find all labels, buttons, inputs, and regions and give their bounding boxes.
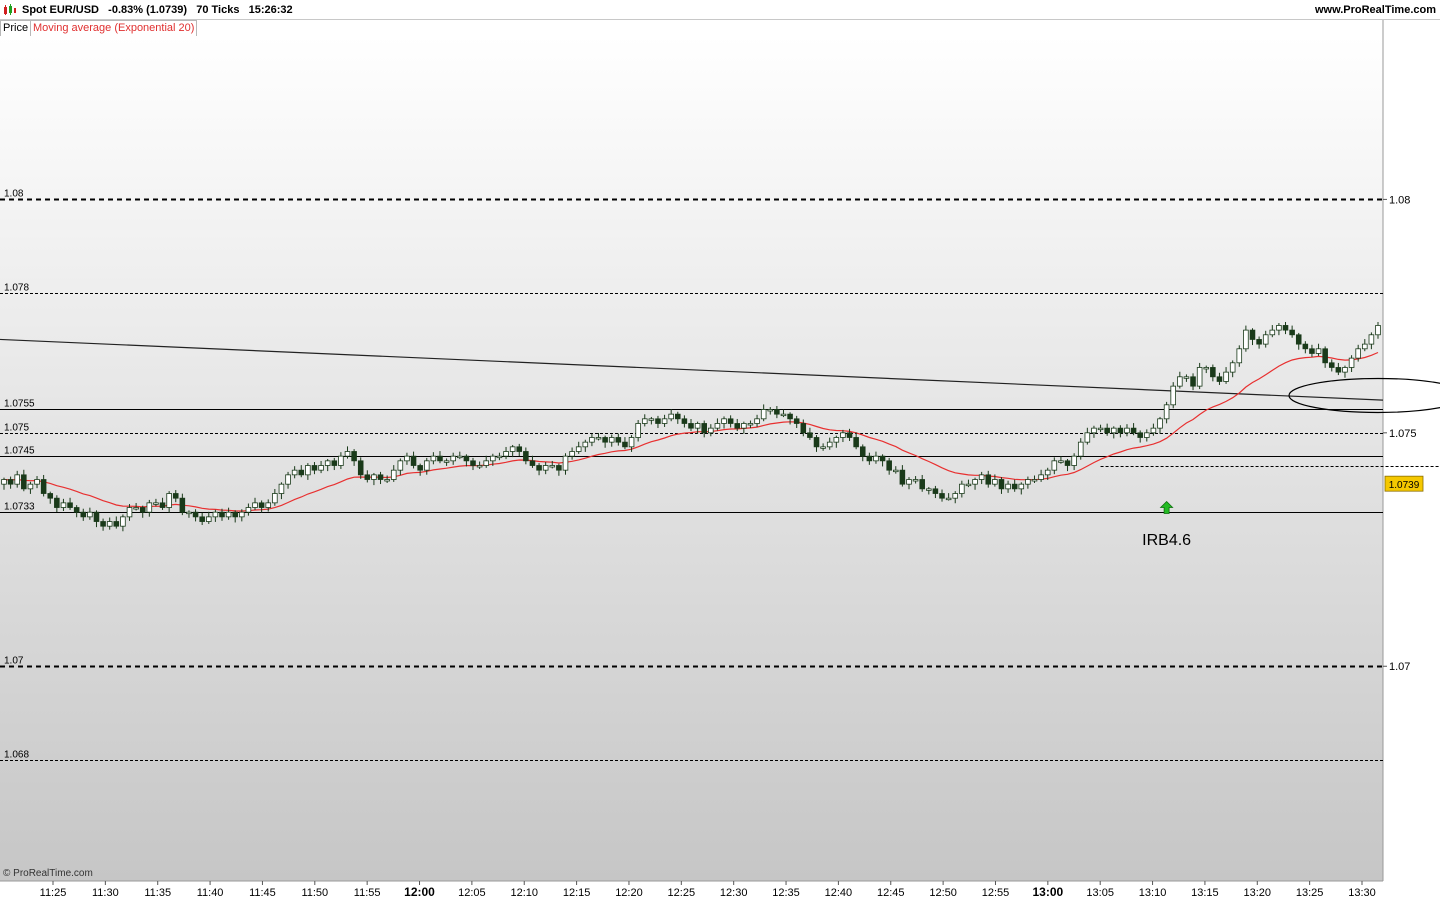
x-tick-label: 13:10	[1139, 887, 1167, 899]
x-tick-label: 11:25	[40, 887, 67, 899]
x-tick-label: 12:15	[563, 887, 591, 899]
y-tick-label: 1.07	[1389, 661, 1410, 673]
x-tick-label: 12:05	[458, 887, 486, 899]
hline-label: 1.078	[4, 283, 29, 294]
x-tick-label: 12:55	[982, 887, 1010, 899]
x-tick-label: 13:25	[1296, 887, 1324, 899]
x-tick-label: 11:40	[197, 887, 224, 899]
hline-label: 1.0755	[4, 399, 35, 410]
x-tick-label: 11:30	[92, 887, 119, 899]
hline-label: 1.0745	[4, 446, 35, 457]
x-tick-label: 11:55	[354, 887, 381, 899]
x-tick-label: 12:35	[772, 887, 800, 899]
hline-label: 1.08	[4, 189, 24, 200]
x-tick-label: 12:00	[404, 885, 435, 899]
x-tick-label: 12:40	[825, 887, 853, 899]
hline-label: 1.075	[4, 423, 29, 434]
current-price-label: 1.0739	[1389, 480, 1420, 491]
x-tick-label: 13:20	[1244, 887, 1272, 899]
x-tick-label: 11:35	[144, 887, 171, 899]
x-tick-label: 12:45	[877, 887, 905, 899]
x-tick-label: 13:00	[1032, 885, 1063, 899]
candle[interactable]	[1170, 382, 1176, 409]
x-tick-label: 13:05	[1086, 887, 1114, 899]
x-tick-label: 11:45	[249, 887, 276, 899]
hline-label: 1.0733	[4, 502, 35, 513]
hline-label: 1.068	[4, 750, 29, 761]
x-tick-label: 13:15	[1191, 887, 1219, 899]
hline-label: 1.07	[4, 656, 24, 667]
x-tick-label: 12:20	[615, 887, 643, 899]
y-tick-label: 1.08	[1389, 194, 1410, 206]
annotation-irb4-6[interactable]: IRB4.6	[1142, 532, 1191, 549]
x-tick-label: 13:30	[1348, 887, 1376, 899]
x-tick-label: 12:25	[668, 887, 696, 899]
price-chart[interactable]: 1.08 1.078 1.0755 1.075 1.0745 1.0733 1.07 1.06…	[0, 0, 1440, 900]
x-tick-label: 12:30	[720, 887, 748, 899]
x-tick-label: 12:50	[929, 887, 957, 899]
y-tick-label: 1.075	[1389, 428, 1417, 440]
x-tick-label: 12:10	[510, 887, 538, 899]
plot-background	[0, 36, 1383, 881]
copyright: © ProRealTime.com	[3, 868, 93, 879]
x-tick-label: 11:50	[301, 887, 328, 899]
